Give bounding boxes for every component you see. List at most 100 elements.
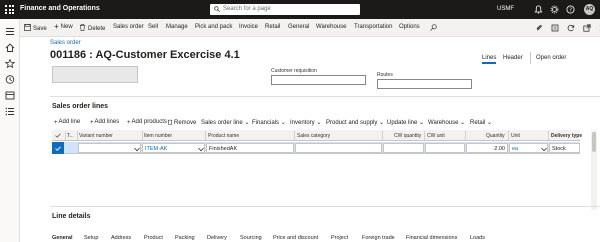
add-lines-button[interactable]: +Add lines (90, 119, 119, 126)
tab-header[interactable]: Header (503, 55, 523, 61)
search-placeholder: Search for a page (223, 6, 271, 12)
unit-cell[interactable]: ea (509, 143, 548, 153)
top-bar: Finance and Operations Search for a page… (0, 0, 600, 19)
new-button[interactable]: + New (54, 23, 73, 31)
chevron-down-icon: ⌄ (316, 120, 322, 126)
tab-foreign-trade[interactable]: Foreign trade (362, 235, 395, 241)
delivery-type-cell[interactable]: Stock (549, 143, 580, 153)
sales-order-line-menu[interactable]: Sales order line ⌄ (201, 119, 249, 126)
tab-sales-order[interactable]: Sales order (113, 24, 144, 30)
unit-link[interactable]: ea (512, 146, 518, 152)
delete-button[interactable]: Delete (79, 24, 105, 32)
tab-retail[interactable]: Retail (265, 24, 280, 30)
refresh-icon[interactable] (567, 24, 575, 32)
star-icon[interactable] (5, 59, 15, 68)
retail-menu[interactable]: Retail ⌄ (470, 119, 492, 126)
column-header-unit[interactable]: Unit (511, 133, 520, 139)
bell-icon[interactable] (534, 5, 543, 14)
sales-order-lines-title[interactable]: Sales order lines (52, 103, 108, 110)
tab-general[interactable]: General (52, 235, 72, 241)
variant-number-cell[interactable] (78, 143, 141, 153)
column-header-variant-number[interactable]: Variant number (79, 133, 113, 139)
tab-general[interactable]: General (288, 24, 309, 30)
breadcrumb[interactable]: Sales order (50, 40, 81, 46)
plus-icon: + (90, 120, 94, 126)
tab-transportation[interactable]: Transportation (354, 24, 392, 30)
remove-button[interactable]: Remove (167, 119, 196, 126)
tab-price-and-discount[interactable]: Price and discount (273, 235, 318, 241)
tab-packing[interactable]: Packing (175, 235, 195, 241)
recent-clock-icon[interactable] (5, 75, 15, 84)
column-header-delivery-type[interactable]: Delivery type (551, 133, 582, 139)
warehouse-menu[interactable]: Warehouse ⌄ (428, 119, 465, 126)
header-summary-box (52, 66, 138, 83)
app-launcher-icon[interactable] (5, 5, 14, 14)
select-all-checkmark-icon[interactable] (55, 133, 61, 138)
attach-icon[interactable] (535, 24, 543, 32)
gear-icon[interactable] (550, 5, 559, 14)
tab-product[interactable]: Product (144, 235, 163, 241)
inventory-menu[interactable]: Inventory ⌄ (290, 119, 321, 126)
add-products-button[interactable]: +Add products (127, 119, 167, 126)
row-selector[interactable] (52, 142, 64, 154)
tab-warehouse[interactable]: Warehouse (316, 24, 346, 30)
product-name-cell[interactable]: FinishedAK (206, 143, 294, 153)
save-button[interactable]: Save (24, 24, 47, 32)
office-icon[interactable] (551, 24, 559, 32)
tab-loads[interactable]: Loads (470, 235, 485, 241)
search-icon[interactable] (430, 24, 437, 31)
checkmark-icon (55, 145, 61, 151)
financials-menu[interactable]: Financials ⌄ (252, 119, 286, 126)
svg-text:?: ? (569, 7, 572, 13)
company-picker[interactable]: USMF (497, 6, 514, 12)
tab-sell[interactable]: Sell (148, 24, 158, 30)
column-header-quantity[interactable]: Quantity (486, 133, 505, 139)
update-line-menu[interactable]: Update line ⌄ (387, 119, 424, 126)
table-row[interactable]: ITEM-AK FinishedAK 2.00 ea Stock (52, 142, 580, 154)
tab-options[interactable]: Options (399, 24, 420, 30)
grid-scrollbar[interactable] (591, 130, 597, 210)
column-header-cw-quantity[interactable]: CW quantity (394, 133, 421, 139)
help-icon[interactable]: ? (566, 5, 575, 14)
add-line-button[interactable]: +Add line (54, 119, 80, 126)
tab-pick-and-pack[interactable]: Pick and pack (195, 24, 232, 30)
tab-financial-dimensions[interactable]: Financial dimensions (406, 235, 457, 241)
search-box[interactable]: Search for a page (210, 4, 360, 15)
quantity-cell[interactable]: 2.00 (466, 143, 508, 153)
cw-quantity-cell[interactable] (383, 143, 424, 153)
tab-invoice[interactable]: Invoice (239, 24, 258, 30)
column-header-sales-category[interactable]: Sales category (297, 133, 330, 139)
tab-manage[interactable]: Manage (166, 24, 188, 30)
line-details-title[interactable]: Line details (52, 213, 91, 220)
tab-address[interactable]: Address (111, 235, 131, 241)
modules-list-icon[interactable] (5, 107, 15, 116)
product-and-supply-menu[interactable]: Product and supply ⌄ (326, 119, 384, 126)
column-header-product-name[interactable]: Product name (208, 133, 239, 139)
column-header-type[interactable]: T... (67, 133, 74, 139)
tab-project[interactable]: Project (331, 235, 348, 241)
tab-lines[interactable]: Lines (482, 55, 497, 64)
routes-field[interactable] (377, 79, 472, 89)
save-icon (24, 24, 31, 31)
search-icon (214, 6, 220, 12)
lines-grid-header: T... Variant number Item number Product … (52, 130, 582, 141)
hamburger-icon[interactable] (5, 27, 15, 36)
column-header-cw-unit[interactable]: CW unit (427, 133, 445, 139)
cw-unit-cell[interactable] (425, 143, 465, 153)
item-number-cell[interactable]: ITEM-AK (142, 143, 205, 153)
workspaces-icon[interactable] (5, 91, 15, 100)
item-number-link[interactable]: ITEM-AK (145, 146, 167, 152)
routes-label: Routes (377, 72, 393, 78)
column-header-item-number[interactable]: Item number (144, 133, 172, 139)
delete-icon (79, 24, 86, 31)
chevron-down-icon: ⌄ (379, 120, 385, 126)
scrollbar-thumb[interactable] (592, 132, 596, 152)
sales-category-cell[interactable] (295, 143, 382, 153)
avatar[interactable]: AQ (584, 4, 595, 15)
popout-icon[interactable] (583, 24, 591, 32)
customer-requisition-field[interactable] (271, 75, 366, 85)
tab-setup[interactable]: Setup (84, 235, 98, 241)
home-icon[interactable] (5, 43, 15, 52)
tab-delivery[interactable]: Delivery (207, 235, 227, 241)
tab-sourcing[interactable]: Sourcing (240, 235, 262, 241)
